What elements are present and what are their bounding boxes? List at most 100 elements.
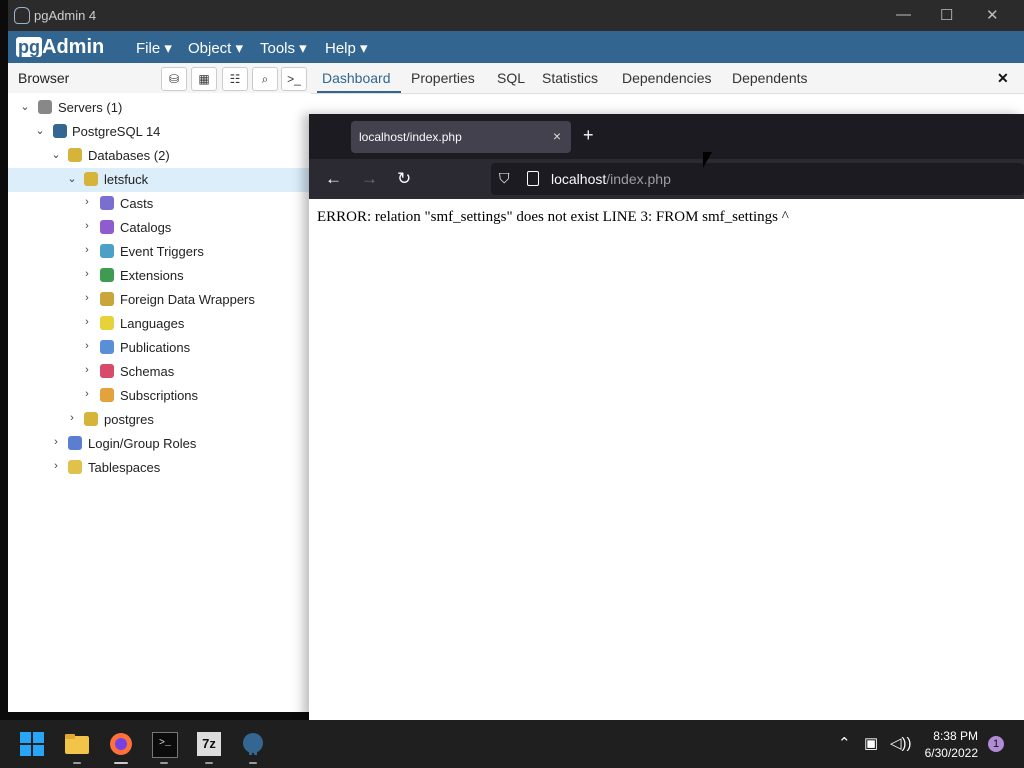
browser-tab[interactable]: localhost/index.php ×: [351, 121, 571, 153]
forward-arrow-icon[interactable]: →: [361, 169, 378, 189]
publications-icon: [100, 340, 114, 354]
close-panel-icon[interactable]: ✕: [997, 70, 1009, 87]
firefox-icon[interactable]: [109, 732, 133, 756]
back-arrow-icon[interactable]: ←: [325, 169, 342, 189]
tree-node-databases[interactable]: ⌄ Databases (2): [8, 144, 311, 168]
7zip-icon[interactable]: 7z: [197, 732, 221, 756]
tab-statistics[interactable]: Statistics: [542, 70, 598, 86]
close-tab-icon[interactable]: ×: [553, 128, 561, 144]
running-indicator: [160, 762, 168, 764]
tree-node-letsfuck[interactable]: ⌄ letsfuck: [8, 168, 311, 192]
chevron-right-icon[interactable]: ›: [81, 268, 93, 280]
tree-label: Languages: [120, 316, 185, 331]
menu-help[interactable]: Help ▾: [325, 39, 368, 57]
filter-icon[interactable]: ☷: [222, 67, 248, 91]
running-indicator: [249, 762, 257, 764]
tree-node-extensions[interactable]: › Extensions: [8, 264, 311, 288]
tree-label: Servers (1): [58, 100, 123, 115]
roles-icon: [68, 436, 82, 450]
maximize-button[interactable]: ☐: [940, 6, 953, 24]
tablespaces-icon: [68, 460, 82, 474]
start-icon[interactable]: [20, 732, 44, 756]
tree-label: Tablespaces: [88, 460, 161, 475]
tab-dependents[interactable]: Dependents: [732, 70, 808, 86]
chevron-down-icon[interactable]: ⌄: [66, 172, 78, 185]
database-icon: [84, 412, 98, 426]
tree-node-tablespaces[interactable]: › Tablespaces: [8, 456, 311, 480]
terminal-icon[interactable]: >_: [152, 732, 178, 758]
tab-sql[interactable]: SQL: [497, 70, 525, 86]
new-tab-button[interactable]: +: [583, 125, 594, 146]
chevron-right-icon[interactable]: ›: [66, 412, 78, 424]
notification-badge[interactable]: 1: [988, 736, 1004, 752]
chevron-right-icon[interactable]: ›: [81, 340, 93, 352]
event-triggers-icon: [100, 244, 114, 258]
tree-label: Databases (2): [88, 148, 170, 163]
url-text[interactable]: localhost/index.php: [551, 171, 671, 187]
file-explorer-icon[interactable]: [65, 732, 89, 756]
chevron-right-icon[interactable]: ›: [81, 220, 93, 232]
tree-label: Foreign Data Wrappers: [120, 292, 255, 307]
table-icon[interactable]: ▦: [191, 67, 217, 91]
clock-date[interactable]: 6/30/2022: [918, 746, 978, 760]
chevron-down-icon[interactable]: ⌄: [50, 148, 62, 161]
tree-node-postgres[interactable]: › postgres: [8, 408, 311, 432]
chevron-right-icon[interactable]: ›: [81, 244, 93, 256]
tree-label: Login/Group Roles: [88, 436, 197, 451]
menu-object[interactable]: Object ▾: [188, 39, 243, 57]
object-tree: ⌄ Servers (1) ⌄ PostgreSQL 14 ⌄ Database…: [8, 93, 311, 712]
tree-node-subscriptions[interactable]: › Subscriptions: [8, 384, 311, 408]
chevron-right-icon[interactable]: ›: [81, 196, 93, 208]
tree-node-event-triggers[interactable]: › Event Triggers: [8, 240, 311, 264]
tree-node-publications[interactable]: › Publications: [8, 336, 311, 360]
catalogs-icon: [100, 220, 114, 234]
network-icon[interactable]: ▣: [864, 734, 878, 752]
chevron-right-icon[interactable]: ›: [50, 436, 62, 448]
casts-icon: [100, 196, 114, 210]
logo-prefix: pg: [16, 37, 42, 57]
tree-node-postgresql[interactable]: ⌄ PostgreSQL 14: [8, 120, 311, 144]
chevron-down-icon[interactable]: ⌄: [34, 124, 46, 137]
chevron-up-icon[interactable]: ⌃: [838, 734, 851, 752]
tree-node-casts[interactable]: › Casts: [8, 192, 311, 216]
tab-dependencies[interactable]: Dependencies: [622, 70, 712, 86]
tree-label: Casts: [120, 196, 154, 211]
tab-properties[interactable]: Properties: [411, 70, 475, 86]
tree-node-schemas[interactable]: › Schemas: [8, 360, 311, 384]
reload-icon[interactable]: ↻: [397, 169, 411, 189]
pgadmin-icon[interactable]: [241, 732, 265, 756]
browser-toolbar: Browser ⛁ ▦ ☷ ⌕ >_: [8, 63, 311, 94]
tree-node-roles[interactable]: › Login/Group Roles: [8, 432, 311, 456]
close-button[interactable]: ✕: [986, 6, 999, 24]
tree-node-fdw[interactable]: › Foreign Data Wrappers: [8, 288, 311, 312]
page-icon: [527, 171, 539, 186]
active-tab-indicator: [317, 91, 401, 93]
terminal-icon[interactable]: >_: [281, 67, 307, 91]
firefox-navbar: ← → ↻ ⛉ localhost/index.php: [309, 159, 1024, 199]
subscriptions-icon: [100, 388, 114, 402]
minimize-button[interactable]: —: [896, 6, 911, 23]
servers-icon: [38, 100, 52, 114]
tree-node-languages[interactable]: › Languages: [8, 312, 311, 336]
fdw-icon: [100, 292, 114, 306]
shield-icon[interactable]: ⛉: [499, 170, 510, 187]
volume-icon[interactable]: ◁)): [890, 734, 912, 752]
error-message: ERROR: relation "smf_settings" does not …: [317, 209, 789, 225]
database-icon[interactable]: ⛁: [161, 67, 187, 91]
chevron-right-icon[interactable]: ›: [81, 388, 93, 400]
tree-node-servers[interactable]: ⌄ Servers (1): [8, 96, 311, 120]
tree-node-catalogs[interactable]: › Catalogs: [8, 216, 311, 240]
search-icon[interactable]: ⌕: [252, 67, 278, 91]
chevron-right-icon[interactable]: ›: [81, 316, 93, 328]
tab-dashboard[interactable]: Dashboard: [322, 70, 391, 86]
mouse-cursor-icon: [703, 152, 712, 168]
panel-tabs: Dashboard Properties SQL Statistics Depe…: [311, 63, 1024, 94]
chevron-down-icon[interactable]: ⌄: [19, 100, 31, 113]
menu-file[interactable]: File ▾: [136, 39, 172, 57]
address-bar[interactable]: ⛉ localhost/index.php: [491, 163, 1024, 195]
chevron-right-icon[interactable]: ›: [50, 460, 62, 472]
menu-tools[interactable]: Tools ▾: [260, 39, 307, 57]
clock-time[interactable]: 8:38 PM: [930, 729, 978, 743]
chevron-right-icon[interactable]: ›: [81, 292, 93, 304]
chevron-right-icon[interactable]: ›: [81, 364, 93, 376]
